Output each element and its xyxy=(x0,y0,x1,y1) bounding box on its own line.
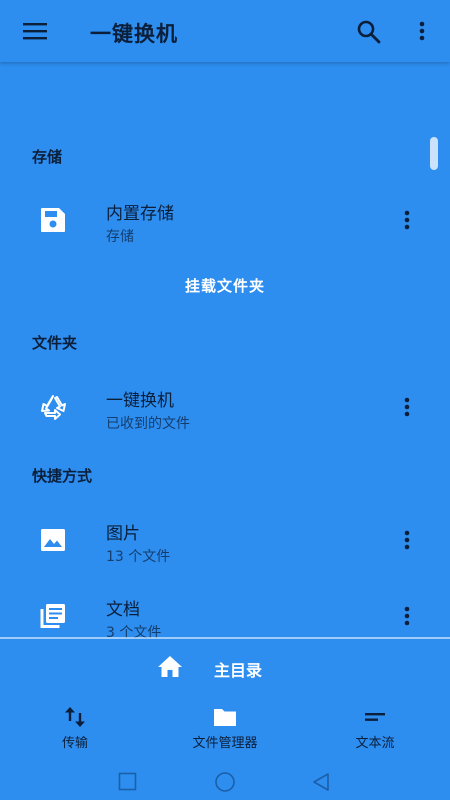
more-vert-icon[interactable] xyxy=(397,529,417,551)
list-item-subtitle: 3 个文件 xyxy=(106,625,162,641)
folder-icon xyxy=(214,709,236,726)
home-label: 主目录 xyxy=(214,661,263,680)
list-item-internal-storage[interactable]: 内置存储 存储 xyxy=(0,185,450,255)
more-vert-icon[interactable] xyxy=(397,605,417,627)
more-vert-icon[interactable] xyxy=(397,396,417,418)
list-item-one-key-transfer[interactable]: 一键换机 已收到的文件 xyxy=(0,372,450,442)
documents-icon xyxy=(40,604,65,628)
search-icon[interactable] xyxy=(356,19,382,45)
recycle-icon xyxy=(41,395,66,420)
nav-file-manager[interactable]: 文件管理器 xyxy=(160,700,290,758)
system-nav-bar xyxy=(0,762,450,800)
more-vert-icon[interactable] xyxy=(397,209,417,231)
home-nav-icon[interactable] xyxy=(214,771,236,793)
page-title: 一键换机 xyxy=(90,22,178,46)
list-item-title: 内置存储 xyxy=(106,204,174,224)
list-item-subtitle: 13 个文件 xyxy=(106,549,171,565)
list-item-images[interactable]: 图片 13 个文件 xyxy=(0,505,450,575)
nav-text-stream[interactable]: 文本流 xyxy=(310,700,440,758)
back-icon[interactable] xyxy=(310,771,332,793)
scrollbar-thumb[interactable] xyxy=(430,137,438,170)
divider xyxy=(0,637,450,639)
list-item-title: 一键换机 xyxy=(106,391,174,411)
list-item-title: 图片 xyxy=(106,524,140,544)
app-bar: 一键换机 xyxy=(0,0,450,62)
menu-icon[interactable] xyxy=(22,20,48,42)
home-icon xyxy=(158,656,182,677)
section-header-folders: 文件夹 xyxy=(32,334,78,352)
list-item-title: 文档 xyxy=(106,600,140,620)
list-item-subtitle: 已收到的文件 xyxy=(106,416,190,432)
storage-icon xyxy=(41,208,65,232)
list-item-documents[interactable]: 文档 3 个文件 xyxy=(0,581,450,651)
home-directory-button[interactable]: 主目录 xyxy=(0,644,450,690)
more-vert-icon[interactable] xyxy=(412,20,432,42)
image-icon xyxy=(41,529,65,551)
section-header-shortcuts: 快捷方式 xyxy=(32,467,93,485)
swap-vert-icon xyxy=(65,707,85,727)
list-item-subtitle: 存储 xyxy=(106,229,134,245)
nav-transfer[interactable]: 传输 xyxy=(10,700,140,758)
nav-label: 文本流 xyxy=(355,736,395,751)
recents-icon[interactable] xyxy=(118,772,137,791)
nav-label: 传输 xyxy=(61,736,88,751)
section-header-storage: 存储 xyxy=(32,148,63,166)
mount-folder-button[interactable]: 挂载文件夹 xyxy=(0,275,450,296)
text-stream-icon xyxy=(365,713,385,721)
nav-label: 文件管理器 xyxy=(192,736,258,751)
